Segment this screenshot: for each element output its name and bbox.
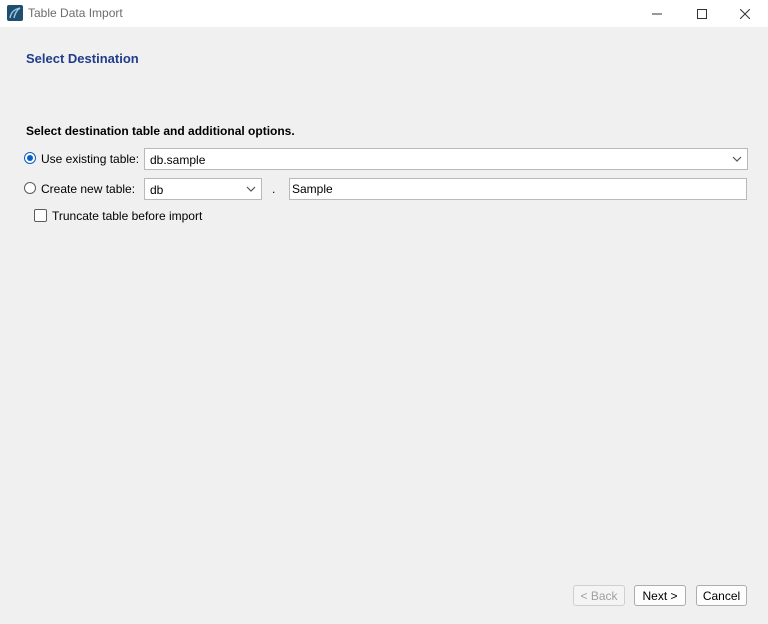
back-button[interactable]: < Back xyxy=(573,585,625,606)
use-existing-label[interactable]: Use existing table: xyxy=(41,152,139,166)
schema-select[interactable]: db xyxy=(144,178,262,200)
close-icon[interactable] xyxy=(722,0,768,27)
use-existing-radio[interactable] xyxy=(24,152,36,164)
schema-table-separator: . xyxy=(272,182,276,196)
next-button[interactable]: Next > xyxy=(634,585,686,606)
existing-table-select[interactable]: db.sample xyxy=(144,148,748,170)
page-title: Select Destination xyxy=(26,51,139,66)
schema-value: db xyxy=(150,183,164,197)
truncate-checkbox[interactable] xyxy=(34,209,47,222)
window-title: Table Data Import xyxy=(28,6,123,20)
chevron-down-icon xyxy=(731,153,743,168)
new-table-name-input[interactable] xyxy=(289,178,747,200)
create-new-label[interactable]: Create new table: xyxy=(41,182,135,196)
chevron-down-icon xyxy=(245,183,257,198)
minimize-icon[interactable] xyxy=(634,0,680,27)
maximize-icon[interactable] xyxy=(679,0,725,27)
create-new-radio[interactable] xyxy=(24,182,36,194)
existing-table-value: db.sample xyxy=(150,153,206,167)
cancel-button[interactable]: Cancel xyxy=(696,585,747,606)
workbench-dolphin-icon xyxy=(7,5,23,21)
instruction-text: Select destination table and additional … xyxy=(26,124,295,138)
title-bar: Table Data Import xyxy=(0,0,768,27)
truncate-label[interactable]: Truncate table before import xyxy=(52,209,202,223)
